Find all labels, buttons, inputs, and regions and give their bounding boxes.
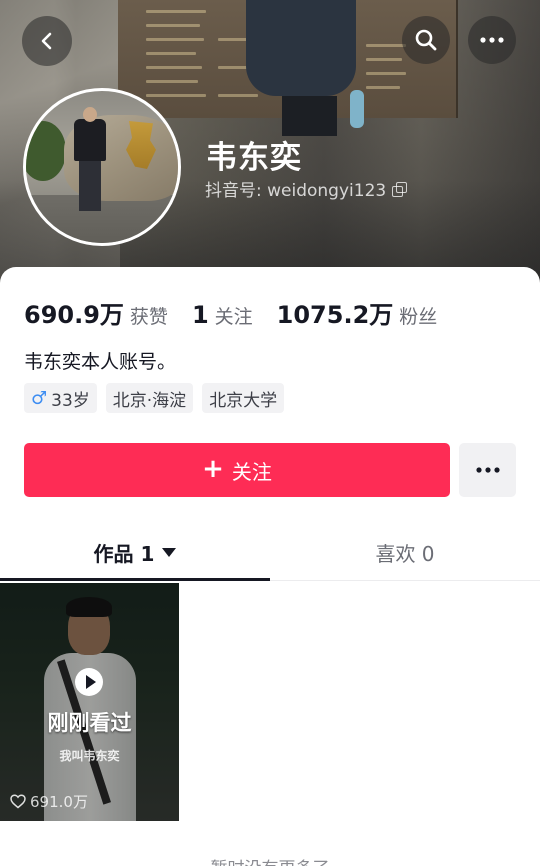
video-likes: 691.0万 — [10, 791, 88, 812]
active-tab-indicator — [0, 578, 270, 581]
male-icon: ♂ — [31, 387, 48, 409]
following-label[interactable]: 关注 — [215, 302, 253, 329]
video-caption: 我叫韦东奕 — [59, 749, 120, 763]
profile-name: 韦东奕 — [206, 140, 302, 176]
no-more-content: 暂时没有更多了 — [0, 854, 540, 866]
age-tag: ♂ 33岁 — [24, 383, 97, 413]
profile-handle-row[interactable]: 抖音号: weidongyi123 — [205, 176, 408, 201]
cover-mask — [350, 90, 364, 128]
search-button[interactable] — [402, 16, 450, 64]
location-tag: 北京·海淀 — [105, 383, 194, 413]
back-button[interactable] — [22, 16, 72, 66]
age-tag-label: 33岁 — [51, 390, 90, 411]
location-tag-label: 北京·海淀 — [112, 390, 187, 411]
tab-works[interactable]: 作品 1 — [0, 525, 270, 579]
stats-row: 690.9万 获赞 1 关注 1075.2万 粉丝 — [24, 295, 437, 330]
profile-bio: 韦东奕本人账号。 — [24, 351, 177, 373]
profile-card: 690.9万 获赞 1 关注 1075.2万 粉丝 韦东奕本人账号。 ♂ 33岁… — [0, 267, 540, 866]
more-options-button[interactable] — [459, 443, 516, 497]
school-tag-label: 北京大学 — [209, 390, 278, 411]
following-count[interactable]: 1 — [192, 301, 209, 329]
heart-icon — [10, 794, 26, 809]
more-icon — [480, 37, 504, 43]
cover-person — [246, 0, 356, 96]
header-more-button[interactable] — [468, 16, 516, 64]
recently-watched-badge: 刚刚看过 — [47, 711, 132, 735]
avatar[interactable] — [23, 88, 181, 246]
more-icon — [475, 467, 500, 473]
copy-icon[interactable] — [392, 181, 408, 197]
content-tabs: 作品 1 喜欢 0 — [0, 525, 540, 581]
likes-count: 690.9万 — [24, 301, 124, 329]
tab-likes-label: 喜欢 0 — [375, 541, 435, 566]
back-icon — [41, 32, 52, 50]
school-tag: 北京大学 — [202, 383, 285, 413]
search-icon — [415, 29, 437, 51]
tab-likes[interactable]: 喜欢 0 — [270, 525, 540, 579]
video-like-count: 691.0万 — [30, 793, 88, 811]
profile-tags: ♂ 33岁 北京·海淀 北京大学 — [24, 383, 285, 413]
plus-icon: + — [202, 454, 224, 484]
followers-count[interactable]: 1075.2万 — [277, 295, 394, 330]
follow-button[interactable]: + 关注 — [24, 443, 450, 497]
likes-label: 获赞 — [129, 306, 168, 328]
cover-person-legs — [282, 96, 337, 136]
tab-works-label: 作品 1 — [93, 541, 155, 566]
video-thumbnail[interactable]: 刚刚看过 我叫韦东奕 691.0万 — [0, 583, 179, 821]
followers-label[interactable]: 粉丝 — [399, 302, 437, 329]
follow-button-label: 关注 — [231, 459, 272, 484]
caret-down-icon[interactable] — [162, 547, 177, 557]
play-icon — [75, 668, 103, 696]
profile-handle: 抖音号: weidongyi123 — [205, 181, 387, 201]
